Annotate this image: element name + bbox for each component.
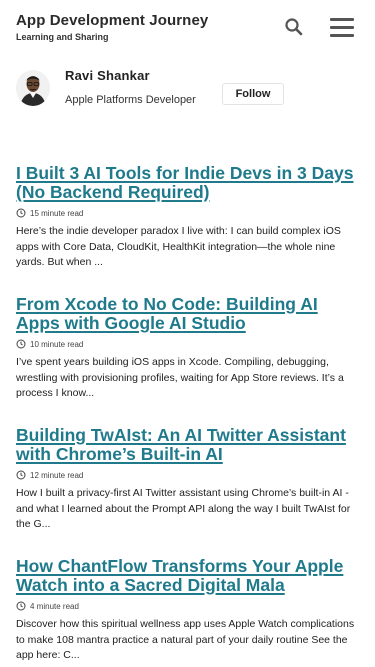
read-time: 4 minute read xyxy=(30,601,79,611)
post-meta: 10 minute read xyxy=(16,338,362,350)
post-card: From Xcode to No Code: Building AI Apps … xyxy=(16,295,362,402)
clock-icon xyxy=(16,601,26,611)
site-title[interactable]: App Development Journey xyxy=(16,12,208,29)
read-time: 15 minute read xyxy=(30,208,84,218)
post-meta: 15 minute read xyxy=(16,207,362,219)
clock-icon xyxy=(16,470,26,480)
hamburger-menu-icon-bar xyxy=(330,34,354,37)
avatar xyxy=(16,70,50,106)
author-card: Ravi Shankar Apple Platforms Developer F… xyxy=(0,62,375,112)
clock-icon xyxy=(16,208,26,218)
post-title-link[interactable]: How ChantFlow Transforms Your Apple Watc… xyxy=(16,557,362,595)
post-meta: 4 minute read xyxy=(16,600,362,612)
post-title-link[interactable]: I Built 3 AI Tools for Indie Devs in 3 D… xyxy=(16,164,362,202)
hamburger-menu-icon-bar xyxy=(330,18,354,21)
hamburger-menu-icon-bar xyxy=(330,26,354,29)
post-excerpt: I’ve spent years building iOS apps in Xc… xyxy=(16,356,344,399)
post-title-link[interactable]: From Xcode to No Code: Building AI Apps … xyxy=(16,295,362,333)
post-excerpt: Discover how this spiritual wellness app… xyxy=(16,618,355,661)
post-title-link[interactable]: Building TwAIst: An AI Twitter Assistant… xyxy=(16,426,362,464)
read-time: 12 minute read xyxy=(30,470,84,480)
post-excerpt: How I built a privacy-first AI Twitter a… xyxy=(16,487,351,530)
post-meta: 12 minute read xyxy=(16,469,362,481)
read-time: 10 minute read xyxy=(30,339,84,349)
site-header: App Development Journey Learning and Sha… xyxy=(0,0,375,56)
menu-button[interactable] xyxy=(330,18,354,38)
clock-icon xyxy=(16,339,26,349)
follow-button[interactable]: Follow xyxy=(222,83,284,105)
post-card: How ChantFlow Transforms Your Apple Watc… xyxy=(16,557,362,664)
search-icon xyxy=(285,18,303,36)
author-role: Apple Platforms Developer xyxy=(65,94,196,106)
author-name: Ravi Shankar xyxy=(65,68,150,83)
post-card: Building TwAIst: An AI Twitter Assistant… xyxy=(16,426,362,533)
post-excerpt: Here’s the indie developer paradox I liv… xyxy=(16,225,341,268)
post-card: I Built 3 AI Tools for Indie Devs in 3 D… xyxy=(16,164,362,271)
search-button[interactable] xyxy=(284,17,304,37)
site-tagline: Learning and Sharing xyxy=(16,32,109,42)
